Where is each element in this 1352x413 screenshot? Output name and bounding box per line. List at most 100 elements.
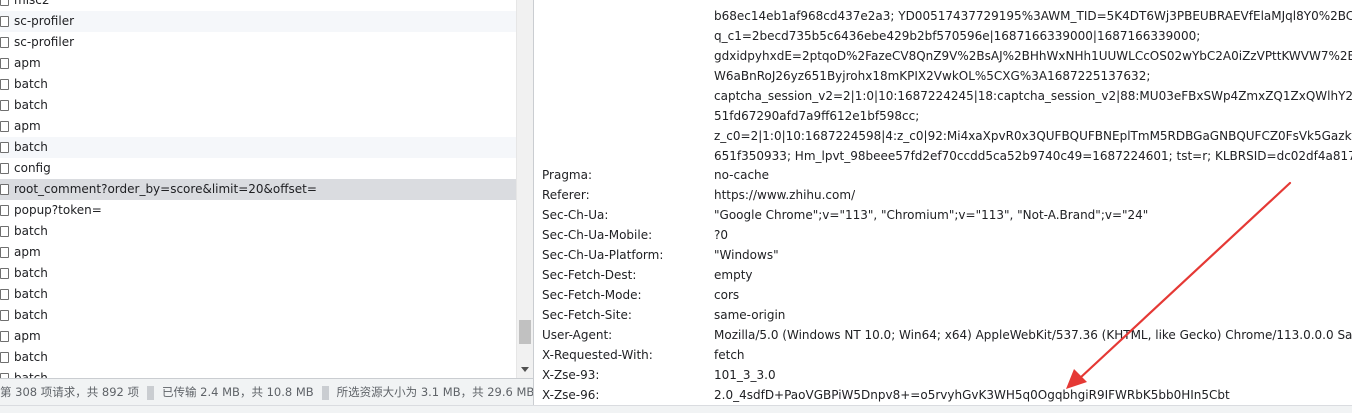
request-row[interactable]: config	[0, 158, 516, 179]
header-key: Pragma:	[542, 168, 593, 182]
header-value: https://www.zhihu.com/	[714, 188, 856, 202]
request-name: batch	[14, 98, 48, 112]
header-key: X-Zse-96:	[542, 388, 600, 402]
devtools-network-panel: misc2 sc-profiler sc-profiler apm batch batch…	[0, 0, 1352, 413]
header-row: Sec-Fetch-Dest: empty	[542, 265, 1352, 285]
file-icon	[0, 331, 9, 342]
header-row: Sec-Ch-Ua: "Google Chrome";v="113", "Chro…	[542, 205, 1352, 225]
request-row[interactable]: root_comment?order_by=score&limit=20&off…	[0, 179, 516, 200]
request-name: apm	[14, 56, 41, 70]
bottom-edge	[0, 405, 1352, 413]
request-row[interactable]: batch	[0, 137, 516, 158]
file-icon	[0, 205, 9, 216]
header-value: fetch	[714, 348, 745, 362]
header-row: Referer: https://www.zhihu.com/	[542, 185, 1352, 205]
header-value: 2.0_4sdfD+PaoVGBPiW5Dnpv8+=o5rvyhGvK3WH5…	[714, 388, 1230, 402]
header-row: Sec-Ch-Ua-Platform: "Windows"	[542, 245, 1352, 265]
cookie-line: gdxidpyhxdE=2ptqoD%2FazeCV8QnZ9V%2BsAJ%2…	[714, 49, 1352, 63]
header-key: Sec-Ch-Ua-Mobile:	[542, 228, 653, 242]
request-name: sc-profiler	[14, 35, 75, 49]
request-row[interactable]: misc2	[0, 0, 516, 11]
scrollbar-thumb[interactable]	[519, 320, 531, 344]
header-row: Sec-Fetch-Site: same-origin	[542, 305, 1352, 325]
header-value: same-origin	[714, 308, 786, 322]
request-row[interactable]: popup?token=	[0, 200, 516, 221]
header-key: Sec-Fetch-Mode:	[542, 288, 642, 302]
file-icon	[0, 58, 9, 69]
transferred-status: 已传输 2.4 MB，共 10.8 MB	[162, 385, 314, 399]
header-value: ?0	[714, 228, 729, 242]
file-icon	[0, 184, 9, 195]
request-name: apm	[14, 329, 41, 343]
resources-status: 所选资源大小为 3.1 MB，共 29.6 MB	[336, 385, 533, 399]
request-name: apm	[14, 245, 41, 259]
cookie-line: 51fd67290afd7a9ff612e1bf598cc;	[714, 109, 920, 123]
request-row[interactable]: batch	[0, 347, 516, 368]
request-row[interactable]: batch	[0, 284, 516, 305]
header-row: X-Zse-93: 101_3_3.0	[542, 365, 1352, 385]
request-name: apm	[14, 119, 41, 133]
file-icon	[0, 268, 9, 279]
status-divider	[147, 385, 155, 400]
status-divider	[321, 385, 329, 400]
request-name: popup?token=	[14, 203, 102, 217]
file-icon	[0, 289, 9, 300]
header-row: X-Requested-With: fetch	[542, 345, 1352, 365]
header-key: Sec-Fetch-Site:	[542, 308, 632, 322]
request-name: misc2	[14, 0, 50, 7]
request-row[interactable]: apm	[0, 116, 516, 137]
file-icon	[0, 142, 9, 153]
header-key: Referer:	[542, 188, 590, 202]
request-row[interactable]: sc-profiler	[0, 32, 516, 53]
request-name: config	[14, 161, 51, 175]
header-key: X-Zse-93:	[542, 368, 600, 382]
request-headers-pane: b68ec14eb1af968cd437e2a3; YD005174377291…	[534, 0, 1352, 405]
request-row[interactable]: batch	[0, 263, 516, 284]
request-name: batch	[14, 77, 48, 91]
cookie-line: b68ec14eb1af968cd437e2a3; YD005174377291…	[714, 9, 1352, 23]
cookie-header-value: b68ec14eb1af968cd437e2a3; YD005174377291…	[714, 6, 1352, 166]
header-row: Sec-Fetch-Mode: cors	[542, 285, 1352, 305]
header-key: User-Agent:	[542, 328, 613, 342]
request-name: batch	[14, 350, 48, 364]
header-key: Sec-Ch-Ua:	[542, 208, 609, 222]
file-icon	[0, 79, 9, 90]
request-row[interactable]: batch	[0, 74, 516, 95]
request-row[interactable]: apm	[0, 53, 516, 74]
request-name: sc-profiler	[14, 14, 75, 28]
header-key: Sec-Ch-Ua-Platform:	[542, 248, 664, 262]
request-row[interactable]: batch	[0, 95, 516, 116]
scroll-down-arrow-icon[interactable]	[521, 367, 529, 372]
header-row: Pragma: no-cache	[542, 165, 1352, 185]
header-value: Mozilla/5.0 (Windows NT 10.0; Win64; x64…	[714, 328, 1352, 342]
request-list-scrollbar[interactable]	[516, 0, 533, 378]
header-key: Sec-Fetch-Dest:	[542, 268, 637, 282]
request-row[interactable]: apm	[0, 326, 516, 347]
file-icon	[0, 226, 9, 237]
header-value: cors	[714, 288, 740, 302]
header-row: Sec-Ch-Ua-Mobile: ?0	[542, 225, 1352, 245]
header-row: User-Agent: Mozilla/5.0 (Windows NT 10.0;…	[542, 325, 1352, 345]
cookie-line: captcha_session_v2=2|1:0|10:1687224245|1…	[714, 89, 1352, 103]
file-icon	[0, 352, 9, 363]
request-list[interactable]: misc2 sc-profiler sc-profiler apm batch batch…	[0, 0, 516, 378]
request-row[interactable]: batch	[0, 368, 516, 378]
request-row[interactable]: apm	[0, 242, 516, 263]
file-icon	[0, 16, 9, 27]
request-row[interactable]: batch	[0, 221, 516, 242]
cookie-line: W6aBnRoJ26yz651Byjrohx18mKPIX2VwkOL%5CXG…	[714, 69, 1151, 83]
request-name: batch	[14, 287, 48, 301]
file-icon	[0, 163, 9, 174]
file-icon	[0, 121, 9, 132]
request-row[interactable]: sc-profiler	[0, 11, 516, 32]
request-name: root_comment?order_by=score&limit=20&off…	[14, 182, 317, 196]
header-row: X-Zse-96: 2.0_4sdfD+PaoVGBPiW5Dnpv8+=o5rv…	[542, 385, 1352, 405]
request-name: batch	[14, 371, 48, 378]
request-row[interactable]: batch	[0, 305, 516, 326]
file-icon	[0, 247, 9, 258]
header-value: no-cache	[714, 168, 770, 182]
request-name: batch	[14, 308, 48, 322]
request-headers-table: Pragma: no-cache Referer: https://www.zhihu…	[542, 165, 1352, 405]
header-value: "Google Chrome";v="113", "Chromium";v="1…	[714, 208, 1149, 222]
cookie-line: 651f350933; Hm_lpvt_98beee57fd2ef70ccdd5…	[714, 149, 1352, 163]
